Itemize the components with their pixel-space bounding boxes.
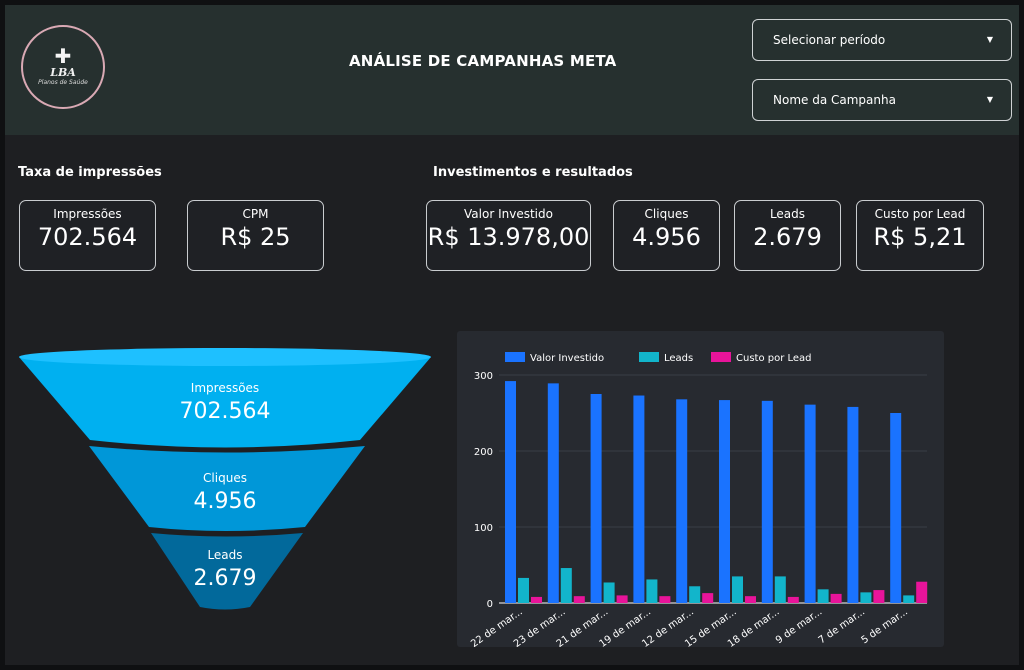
caret-down-icon: ▼ xyxy=(986,35,993,44)
kpi-card-invested: Valor Investido R$ 13.978,00 xyxy=(426,200,591,271)
chart-grid: 0 100 200 300 xyxy=(474,371,927,610)
page-title: ANÁLISE DE CAMPANHAS META xyxy=(349,52,617,70)
bar xyxy=(560,568,572,603)
bar xyxy=(702,593,714,603)
y-tick-label: 300 xyxy=(474,371,493,382)
bar xyxy=(761,400,773,603)
funnel-top-rim xyxy=(19,348,431,366)
section-title-impressions: Taxa de impressões xyxy=(18,165,162,180)
kpi-value: R$ 5,21 xyxy=(873,223,967,251)
y-tick-label: 0 xyxy=(487,599,493,610)
kpi-label: Custo por Lead xyxy=(874,207,966,221)
dashboard: ✚ LBA Planos de Saúde ANÁLISE DE CAMPANH… xyxy=(5,5,1019,665)
bar xyxy=(860,592,872,603)
bar xyxy=(573,596,585,603)
kpi-card-impressions: Impressões 702.564 xyxy=(19,200,156,271)
medical-cross-icon: ✚ xyxy=(54,44,72,68)
kpi-value: 702.564 xyxy=(37,223,138,251)
bar xyxy=(873,590,885,603)
section-title-investments: Investimentos e resultados xyxy=(433,165,633,180)
caret-down-icon: ▼ xyxy=(986,95,993,104)
bar xyxy=(890,413,902,603)
bar xyxy=(804,404,816,603)
bar xyxy=(603,582,615,603)
bar xyxy=(659,596,671,603)
legend-swatch xyxy=(639,352,659,362)
logo-brand: LBA xyxy=(50,66,76,79)
bar xyxy=(689,586,701,603)
kpi-label: Valor Investido xyxy=(464,207,553,221)
bar-chart: Valor Investido Leads Custo por Lead 0 100 2… xyxy=(469,352,928,650)
kpi-card-cost-per-lead: Custo por Lead R$ 5,21 xyxy=(856,200,984,271)
bar xyxy=(719,400,730,603)
kpi-value: 4.956 xyxy=(632,223,701,251)
campaign-select-label: Nome da Campanha xyxy=(773,93,896,107)
funnel-chart: Impressões 702.564 Cliques 4.956 Leads 2… xyxy=(19,348,431,610)
bar xyxy=(847,406,859,603)
bar xyxy=(830,593,842,603)
kpi-label: Cliques xyxy=(644,207,689,221)
x-tick-label: 7 de mar... xyxy=(817,606,867,646)
period-select[interactable]: Selecionar período ▼ xyxy=(752,19,1012,61)
kpi-card-cpm: CPM R$ 25 xyxy=(187,200,324,271)
bar xyxy=(774,576,786,603)
bar-chart-panel: Valor Investido Leads Custo por Lead 0 100 2… xyxy=(457,331,944,650)
kpi-card-leads: Leads 2.679 xyxy=(734,200,841,271)
funnel-label-clicks: Cliques xyxy=(203,471,247,485)
bar xyxy=(531,596,542,603)
legend-label: Custo por Lead xyxy=(736,353,812,364)
bar xyxy=(646,579,658,603)
kpi-label: Leads xyxy=(769,207,806,221)
bar xyxy=(547,383,559,603)
funnel-value-clicks: 4.956 xyxy=(194,489,257,514)
chart-bars xyxy=(505,381,928,603)
kpi-label: CPM xyxy=(242,207,269,221)
bar xyxy=(732,576,743,603)
campaign-select[interactable]: Nome da Campanha ▼ xyxy=(752,79,1012,121)
bar xyxy=(676,399,688,603)
bar xyxy=(903,595,915,603)
bar xyxy=(817,589,829,603)
kpi-label: Impressões xyxy=(53,207,122,221)
bar xyxy=(505,381,516,603)
chart-x-labels: 22 de mar...23 de mar...21 de mar...19 d… xyxy=(469,606,910,650)
kpi-card-clicks: Cliques 4.956 xyxy=(613,200,720,271)
legend-label: Leads xyxy=(664,353,693,364)
kpi-value: R$ 13.978,00 xyxy=(427,223,590,251)
kpi-value: 2.679 xyxy=(753,223,822,251)
bar xyxy=(616,595,628,603)
legend-label: Valor Investido xyxy=(530,353,604,364)
y-tick-label: 200 xyxy=(474,447,493,458)
funnel-label-impressions: Impressões xyxy=(191,381,259,395)
x-tick-label: 9 de mar... xyxy=(774,606,824,646)
header: ✚ LBA Planos de Saúde ANÁLISE DE CAMPANH… xyxy=(5,5,1019,135)
company-logo: ✚ LBA Planos de Saúde xyxy=(21,25,105,109)
funnel-value-impressions: 702.564 xyxy=(180,399,271,424)
bar xyxy=(787,596,799,603)
legend-swatch xyxy=(711,352,731,362)
x-tick-label: 5 de mar... xyxy=(860,606,910,646)
bar xyxy=(633,395,645,603)
legend-swatch xyxy=(505,352,525,362)
bar xyxy=(916,581,928,603)
kpi-value: R$ 25 xyxy=(220,223,291,251)
y-tick-label: 100 xyxy=(474,523,493,534)
period-select-label: Selecionar período xyxy=(773,33,886,47)
logo-subtitle: Planos de Saúde xyxy=(38,79,88,86)
bar xyxy=(745,596,756,603)
funnel-label-leads: Leads xyxy=(207,548,242,562)
chart-legend: Valor Investido Leads Custo por Lead xyxy=(505,352,812,364)
bar xyxy=(590,394,602,603)
funnel-value-leads: 2.679 xyxy=(194,566,257,591)
bar xyxy=(518,577,529,603)
